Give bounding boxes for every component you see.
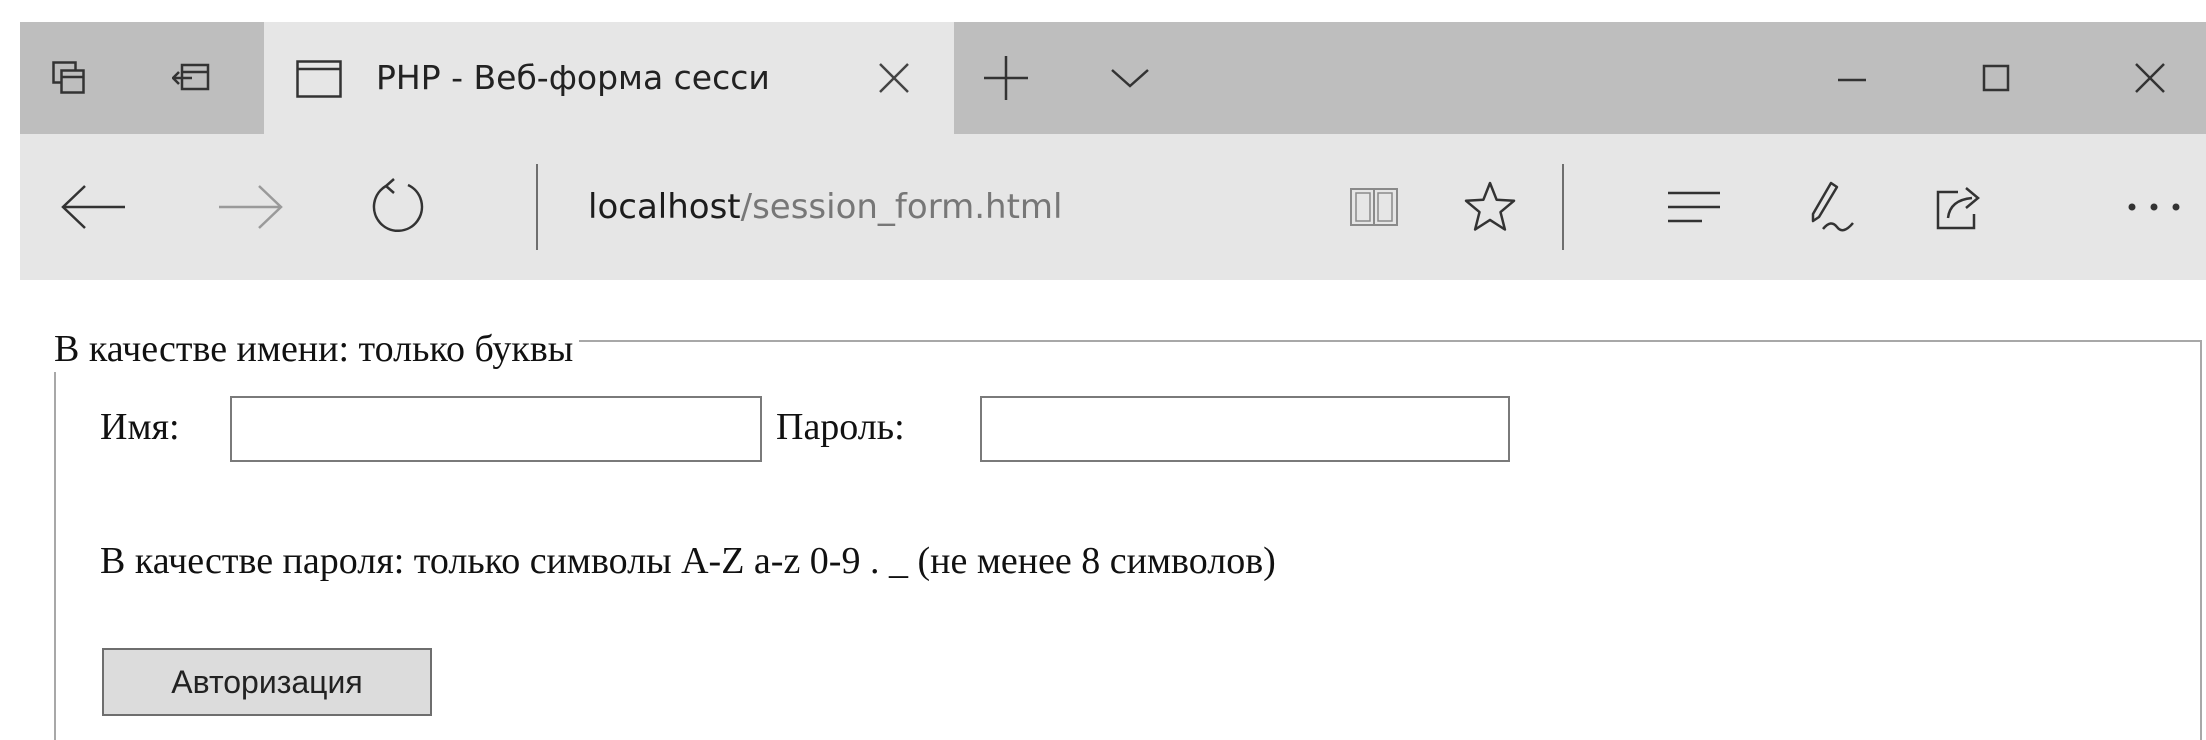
navigation-bar: localhost/session_form.html <box>20 134 2206 280</box>
web-note-pen-icon[interactable] <box>1792 172 1872 242</box>
tab-strip: PHP - Веб-форма сесси <box>20 22 2206 134</box>
page-icon <box>296 60 342 98</box>
fieldset-legend: В качестве имени: только буквы <box>48 326 580 372</box>
tab-preview-icon[interactable] <box>34 22 104 134</box>
chevron-down-icon[interactable] <box>1108 64 1152 92</box>
address-path: /session_form.html <box>740 187 1063 227</box>
refresh-icon[interactable] <box>358 172 438 242</box>
login-button[interactable]: Авторизация <box>102 648 432 716</box>
reading-view-icon[interactable] <box>1334 172 1414 242</box>
back-arrow-icon[interactable] <box>54 172 134 242</box>
password-label: Пароль: <box>776 406 905 448</box>
name-label: Имя: <box>100 406 180 448</box>
close-icon[interactable] <box>2118 46 2182 110</box>
password-hint: В качестве пароля: только символы A-Z a-… <box>100 540 1276 582</box>
tab-active[interactable]: PHP - Веб-форма сесси <box>264 22 954 134</box>
tab-title: PHP - Веб-форма сесси <box>376 58 770 97</box>
name-input[interactable] <box>230 396 762 462</box>
forward-arrow-icon[interactable] <box>210 172 290 242</box>
hub-icon[interactable] <box>1654 172 1734 242</box>
address-host: localhost <box>588 187 741 227</box>
address-bar[interactable]: localhost/session_form.html <box>588 134 1062 280</box>
more-dots-icon[interactable] <box>2114 172 2194 242</box>
close-icon[interactable] <box>874 58 914 98</box>
favorite-star-icon[interactable] <box>1450 172 1530 242</box>
toolbar-separator <box>1562 164 1564 250</box>
share-icon[interactable] <box>1920 172 2000 242</box>
address-separator <box>536 164 538 250</box>
password-input[interactable] <box>980 396 1510 462</box>
maximize-icon[interactable] <box>1964 46 2028 110</box>
set-aside-tabs-icon[interactable] <box>156 22 226 134</box>
new-tab-icon[interactable] <box>980 52 1032 104</box>
minimize-icon[interactable] <box>1820 46 1884 110</box>
